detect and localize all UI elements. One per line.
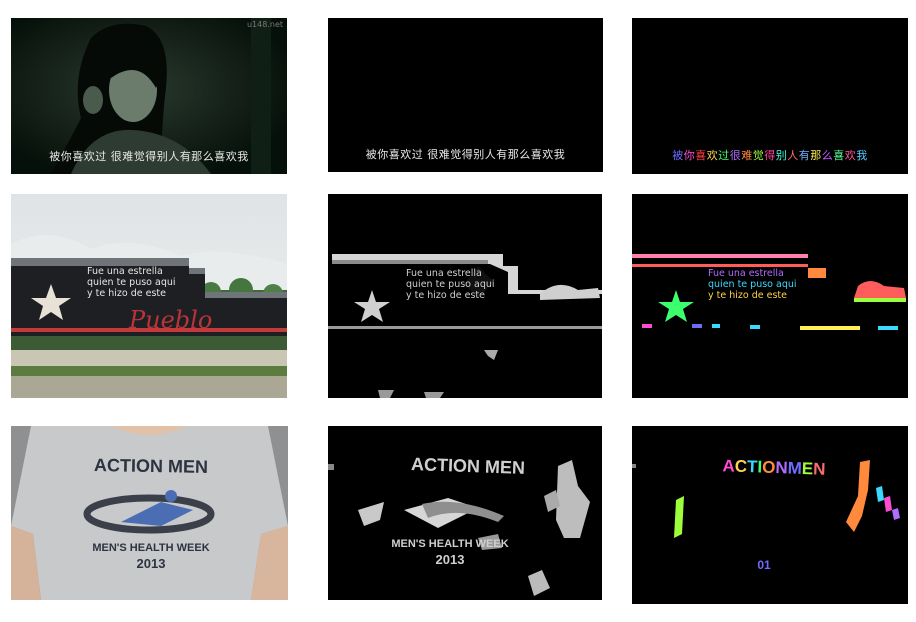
glyph: 欢 <box>844 149 857 162</box>
sign-text: Fue una estrella quien te puso aqui y te… <box>87 266 176 299</box>
glyph: C <box>734 456 748 477</box>
glyph: T <box>746 457 758 477</box>
subtitle-text: 被你喜欢过 很难觉得别人有那么喜欢我 <box>365 148 566 161</box>
glyph: 觉 <box>752 149 765 162</box>
panel-r3-color: ACTION MEN 01 <box>632 426 908 604</box>
subtitle-text: 被你喜欢过 很难觉得别人有那么喜欢我 <box>49 150 249 163</box>
script-word: Pueblo <box>128 306 212 334</box>
glyph: 喜 <box>695 149 707 162</box>
glyph: 我 <box>856 149 868 162</box>
sign-text: Fue una estrella quien te puso aqui y te… <box>406 268 495 301</box>
glyph: 很 <box>729 149 742 162</box>
subtitle-colored: 被你喜欢过 很难觉得别人有那么喜欢我 <box>632 147 908 163</box>
tshirt-gray-segmentation <box>328 460 590 596</box>
glyph: E <box>801 458 814 479</box>
sign-text-colored: Fue una estrella quien te puso aqui y te… <box>708 268 797 301</box>
panel-r3-gray: ACTION MEN MEN'S HEALTH WEEK 2013 <box>328 426 602 600</box>
shirt-year: 2013 <box>136 556 166 571</box>
glyph: A <box>722 456 736 476</box>
panel-r1-color: 被你喜欢过 很难觉得别人有那么喜欢我 <box>632 18 908 174</box>
panel-r2-color: Fue una estrella quien te puso aqui y te… <box>632 194 908 398</box>
shirt-year: 2013 <box>435 552 465 567</box>
glyph: M <box>787 458 803 478</box>
tshirt-color-segmentation <box>632 460 900 538</box>
glyph: N <box>812 459 826 479</box>
glyph: 过 <box>718 149 730 162</box>
glyph: 有 <box>798 149 811 162</box>
glyph: 得 <box>764 149 776 162</box>
glyph: N <box>775 458 789 478</box>
glyph: 别 <box>775 149 788 162</box>
panel-r2-original: Pueblo Fue una estrella quien te puso aq… <box>11 194 287 398</box>
panel-r2-gray: Fue una estrella quien te puso aqui y te… <box>328 194 602 398</box>
shirt-title: ACTION MEN <box>93 455 209 477</box>
detected-fragment: 01 <box>757 558 771 572</box>
glyph: 那 <box>810 149 822 162</box>
glyph: 人 <box>787 149 799 162</box>
glyph: 你 <box>683 149 696 162</box>
tshirt-photo <box>11 426 288 600</box>
panel-r3-original: ACTION MEN MEN'S HEALTH WEEK 2013 <box>11 426 288 600</box>
glyph: 被 <box>672 149 684 162</box>
glyph: O <box>761 457 776 478</box>
panel-r1-gray: 被你喜欢过 很难觉得别人有那么喜欢我 <box>328 18 603 172</box>
glyph: 欢 <box>706 149 719 162</box>
shirt-subtitle: MEN'S HEALTH WEEK <box>92 542 210 554</box>
glyph: 喜 <box>833 149 845 162</box>
shirt-subtitle: MEN'S HEALTH WEEK <box>391 538 509 550</box>
watermark: u148.net <box>246 20 283 29</box>
glyph: 难 <box>741 149 753 162</box>
panel-r1-original: u148.net 被你喜欢过 很难觉得别人有那么喜欢我 <box>11 18 287 174</box>
glyph: 么 <box>821 149 834 162</box>
